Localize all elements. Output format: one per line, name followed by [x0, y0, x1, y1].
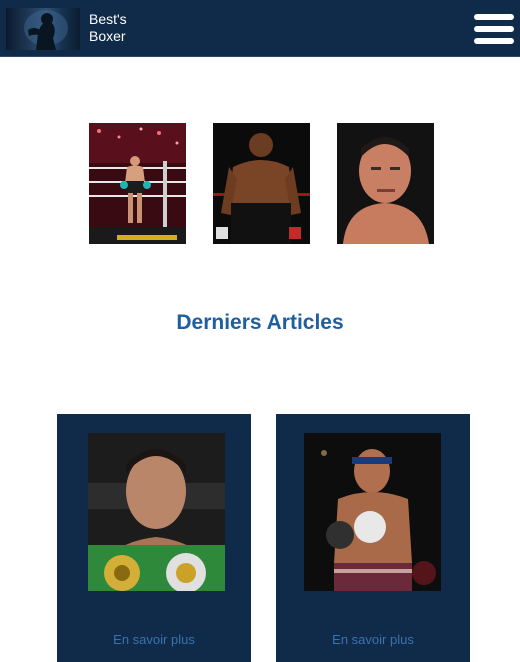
- site-header: Best's Boxer: [0, 0, 520, 57]
- muay-thai-fighter-photo[interactable]: [304, 433, 441, 591]
- article-card[interactable]: En savoir plus: [57, 414, 251, 662]
- heavyweight-boxer-portrait-photo[interactable]: [213, 123, 310, 244]
- boxer-silhouette-logo[interactable]: [6, 8, 80, 50]
- read-more-link[interactable]: En savoir plus: [276, 632, 470, 647]
- brand-line-1: Best's: [89, 11, 127, 27]
- article-card[interactable]: En savoir plus: [276, 414, 470, 662]
- champion-with-belts-photo[interactable]: [88, 433, 225, 591]
- read-more-link[interactable]: En savoir plus: [57, 632, 251, 647]
- section-title: Derniers Articles: [176, 311, 344, 334]
- hamburger-menu-icon[interactable]: [474, 14, 514, 44]
- site-brand[interactable]: Best's Boxer: [89, 11, 127, 45]
- boxer-in-ring-photo[interactable]: [89, 123, 186, 244]
- fighter-headshot-photo[interactable]: [337, 123, 434, 244]
- brand-line-2: Boxer: [89, 28, 126, 44]
